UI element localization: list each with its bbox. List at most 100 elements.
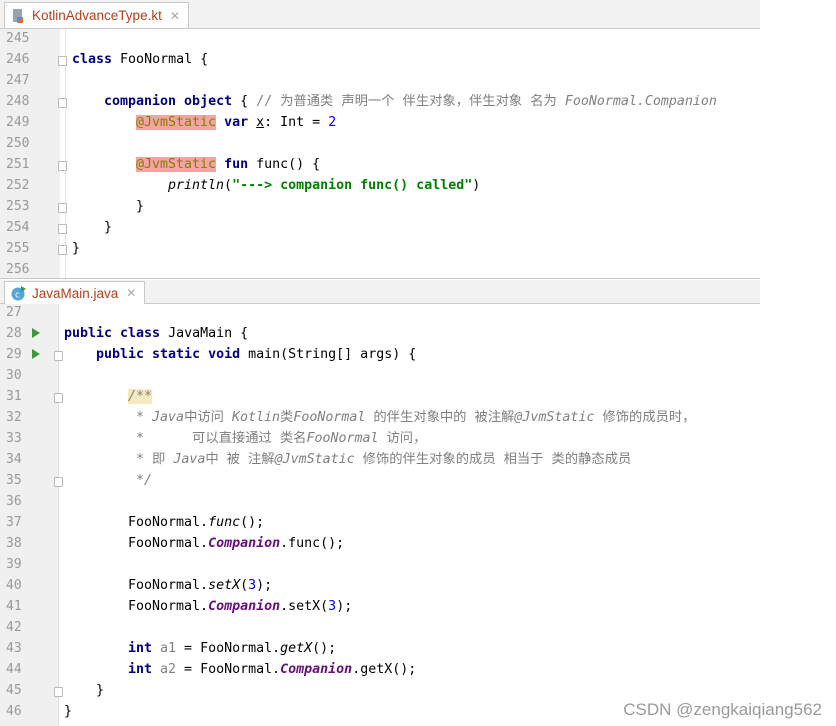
code-token: int: [128, 662, 161, 677]
code-text: class FooNormal {: [72, 49, 208, 70]
code-token: /**: [128, 389, 153, 404]
code-token: 3: [248, 578, 257, 593]
line-number: 32: [6, 410, 22, 425]
line-number: 46: [6, 704, 22, 719]
fold-marker-icon[interactable]: [54, 687, 63, 697]
code-token: class: [72, 52, 121, 67]
code-text: * 可以直接通过 类名FooNormal 访问，: [128, 428, 426, 449]
line-number: 253: [6, 199, 30, 214]
fold-marker-icon[interactable]: [58, 56, 67, 66]
java-editor-pane: c JavaMain.java ✕ 27 28 public class JavaM…: [0, 280, 760, 726]
code-line: 36: [0, 491, 760, 512]
code-token: main(String[] args) {: [248, 347, 417, 362]
code-token: FooNormal.: [128, 536, 209, 551]
code-token: println: [168, 178, 225, 193]
code-line: 245: [0, 28, 760, 49]
line-number: 40: [6, 578, 22, 593]
run-gutter-icon[interactable]: [32, 328, 40, 338]
fold-marker-icon[interactable]: [54, 477, 63, 487]
code-token: 中访问: [184, 410, 232, 425]
fold-marker-icon[interactable]: [54, 393, 63, 403]
line-number: 39: [6, 557, 22, 572]
code-token: .getX();: [352, 662, 417, 677]
code-token: FooNormal: [306, 431, 379, 446]
code-token: 3: [328, 599, 337, 614]
code-token: }: [72, 241, 81, 256]
code-text: * 即 Java中 被 注解@JvmStatic 修饰的伴生对象的成员 相当于 …: [128, 449, 631, 470]
close-tab-icon[interactable]: ✕: [170, 9, 180, 23]
code-line: 246 class FooNormal {: [0, 49, 760, 70]
code-token: @JvmStatic: [274, 452, 355, 467]
code-token: *: [128, 410, 153, 425]
code-token: JavaMain {: [168, 326, 249, 341]
code-token: ): [472, 178, 481, 193]
fold-marker-icon[interactable]: [58, 98, 67, 108]
code-line: 31 /**: [0, 386, 760, 407]
code-token: setX: [208, 578, 241, 593]
fold-marker-icon[interactable]: [54, 351, 63, 361]
line-number: 38: [6, 536, 22, 551]
tab-kotlin-advance-type[interactable]: KotlinAdvanceType.kt ✕: [4, 2, 189, 28]
java-class-icon: c: [11, 285, 27, 301]
code-token: Companion: [280, 662, 353, 677]
line-number: 33: [6, 431, 22, 446]
code-token: FooNormal.: [128, 578, 209, 593]
code-line: 30: [0, 365, 760, 386]
line-number: 254: [6, 220, 30, 235]
line-number: 250: [6, 136, 30, 151]
code-token: 可以直接通过 类名: [192, 431, 307, 446]
code-token: fun: [224, 157, 249, 172]
fold-marker-icon[interactable]: [58, 224, 67, 234]
tab-java-main[interactable]: c JavaMain.java ✕: [4, 281, 146, 304]
code-line: 34 * 即 Java中 被 注解@JvmStatic 修饰的伴生对象的成员 相…: [0, 449, 760, 470]
code-line: 40 FooNormal.setX(3);: [0, 575, 760, 596]
fold-marker-icon[interactable]: [58, 203, 67, 213]
code-line: 252 println("---> companion func() called…: [0, 175, 760, 196]
code-token: public static void: [96, 347, 249, 362]
code-line: 35 */: [0, 470, 760, 491]
code-token: x: [256, 115, 265, 130]
code-line: 254}: [0, 217, 760, 238]
code-line: 45}: [0, 680, 760, 701]
line-number: 27: [6, 305, 22, 320]
code-line: 37 FooNormal.func();: [0, 512, 760, 533]
code-token: companion object: [104, 94, 233, 109]
close-tab-icon[interactable]: ✕: [126, 286, 136, 300]
code-line: 43 int a1 = FooNormal.getX();: [0, 638, 760, 659]
tab-label: KotlinAdvanceType.kt: [32, 8, 162, 23]
code-token: func: [208, 515, 241, 530]
fold-marker-icon[interactable]: [58, 245, 67, 255]
code-token: .setX(: [280, 599, 329, 614]
code-token: FooNormal.Companion: [564, 94, 717, 109]
code-token: }: [104, 220, 113, 235]
code-text: @JvmStatic fun func() {: [136, 154, 320, 175]
code-token: */: [128, 473, 153, 488]
code-token: Companion: [208, 599, 281, 614]
code-token: Java: [152, 410, 185, 425]
line-number: 30: [6, 368, 22, 383]
code-text: }: [104, 217, 112, 238]
line-number: 252: [6, 178, 30, 193]
code-text: FooNormal.Companion.func();: [128, 533, 344, 554]
code-token: (: [240, 578, 249, 593]
code-token: // 为普通类 声明一个 伴生对象，伴生对象 名为: [256, 94, 565, 109]
run-gutter-icon[interactable]: [32, 349, 40, 359]
code-line: 33 * 可以直接通过 类名FooNormal 访问，: [0, 428, 760, 449]
code-line: 247: [0, 70, 760, 91]
code-token: FooNormal: [293, 410, 366, 425]
tab-label: JavaMain.java: [32, 285, 119, 301]
code-text: * Java中访问 Kotlin类FooNormal 的伴生对象中的 被注解@J…: [128, 407, 696, 428]
code-token: var: [224, 115, 249, 130]
fold-marker-icon[interactable]: [58, 161, 67, 171]
code-token: func() {: [248, 157, 321, 172]
code-token: "---> companion func() called": [232, 178, 473, 193]
code-token: 的伴生对象中的 被注解: [365, 410, 515, 425]
pane-divider[interactable]: [0, 278, 760, 279]
code-token: ();: [312, 641, 337, 656]
code-token: ();: [240, 515, 265, 530]
code-line: 44 int a2 = FooNormal.Companion.getX();: [0, 659, 760, 680]
code-token: = FooNormal.: [176, 662, 281, 677]
code-line: 249 @JvmStatic var x: Int = 2: [0, 112, 760, 133]
code-token: FooNormal.: [128, 515, 209, 530]
